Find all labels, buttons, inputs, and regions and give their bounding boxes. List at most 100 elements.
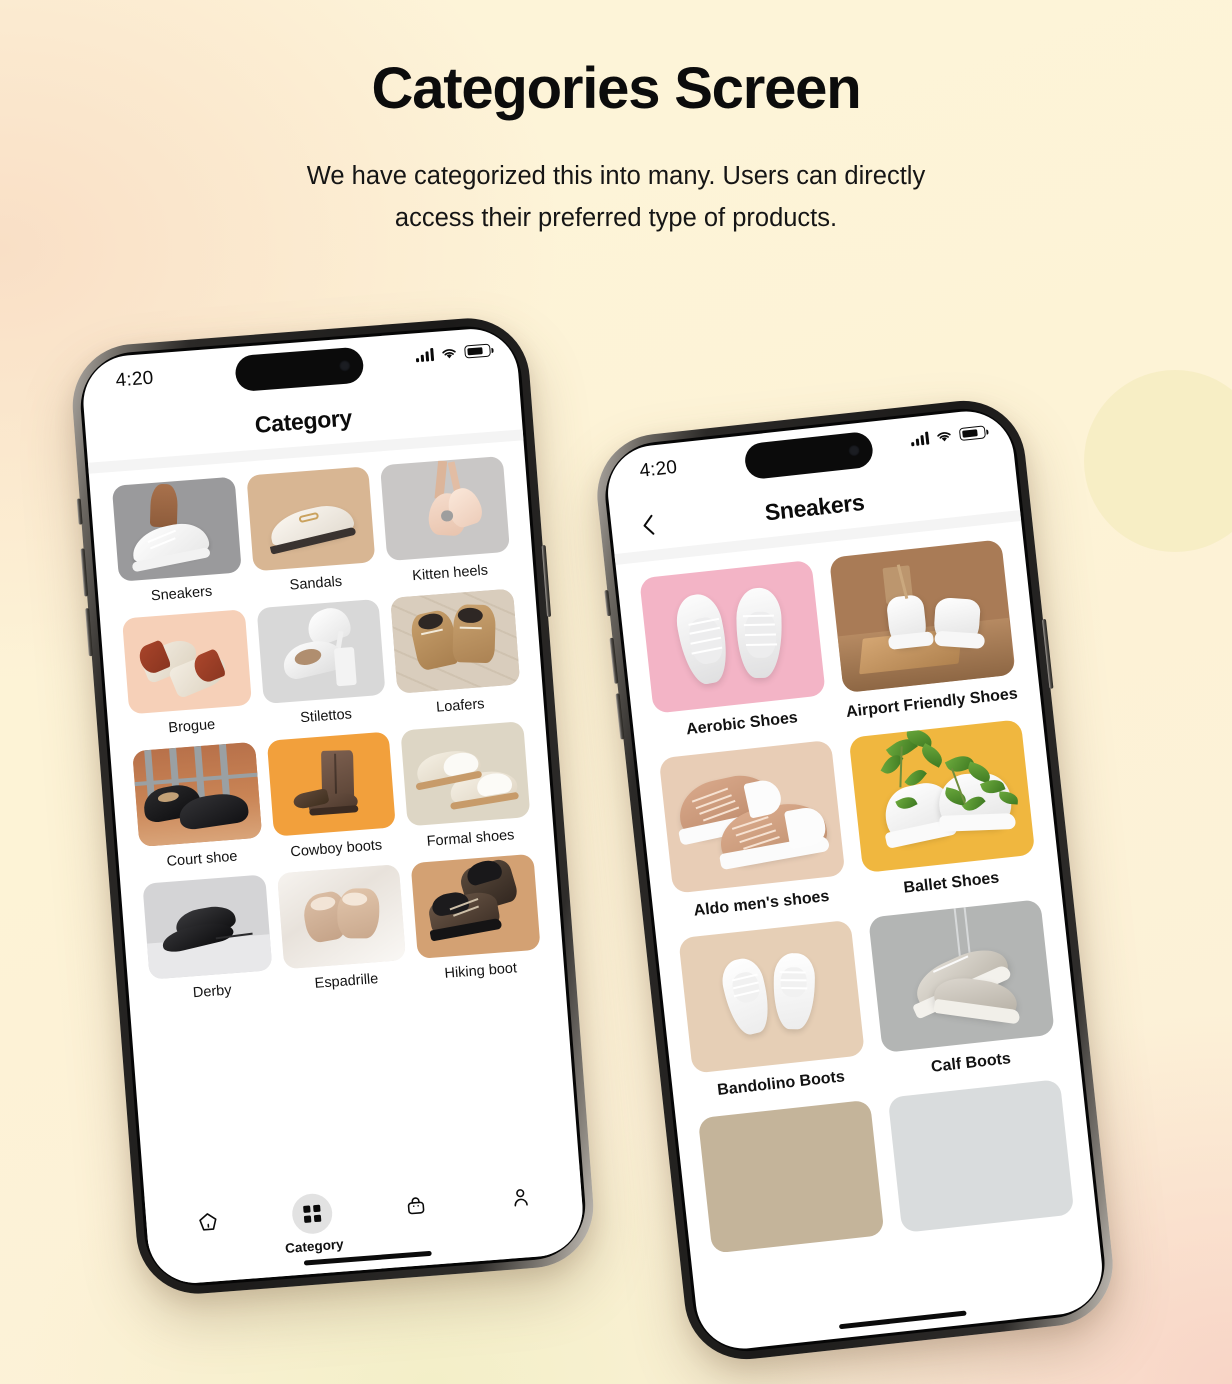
product-tile[interactable]: Airport Friendly Shoes (829, 539, 1019, 722)
power-button[interactable] (541, 544, 552, 618)
category-thumbnail (276, 864, 407, 970)
category-label: Brogue (167, 716, 216, 737)
tab-profile-chip (499, 1176, 542, 1219)
nav-title: Category (253, 403, 353, 438)
category-tile[interactable]: Loafers (390, 588, 523, 719)
phone-mockup-category: 4:20 Category Sneakers Sandals Kitten he… (68, 313, 598, 1299)
product-tile[interactable]: Aldo men's shoes (658, 739, 849, 923)
category-label: Formal shoes (426, 827, 515, 850)
tab-bag[interactable] (384, 1183, 449, 1228)
product-thumbnail (848, 719, 1036, 874)
product-label: Bandolino Boots (716, 1068, 846, 1100)
front-camera-icon (338, 359, 351, 372)
category-tile[interactable]: Sneakers (111, 476, 244, 607)
front-camera-icon-2 (848, 444, 861, 457)
nav-title-2: Sneakers (763, 488, 866, 526)
category-label: Hiking boot (443, 960, 518, 982)
person-icon (514, 1189, 528, 1207)
power-button-2[interactable] (1041, 618, 1054, 689)
silent-switch-2[interactable] (604, 589, 612, 617)
product-label: Aerobic Shoes (685, 709, 799, 739)
category-tile[interactable]: Brogue (122, 609, 254, 739)
tab-category-chip (290, 1192, 334, 1236)
page-root: Categories Screen We have categorized th… (0, 0, 1232, 1384)
bag-icon (408, 1197, 425, 1215)
cellular-bars-icon-2 (910, 431, 930, 447)
dynamic-island (234, 346, 365, 393)
product-tile[interactable]: Bandolino Boots (678, 919, 868, 1103)
category-tile[interactable]: Hiking boot (410, 853, 543, 984)
home-indicator-2 (838, 1310, 967, 1330)
volume-down-button[interactable] (85, 608, 93, 657)
tab-home[interactable] (175, 1200, 240, 1245)
category-tile[interactable]: Espadrille (276, 864, 409, 994)
page-subtitle-line-1: We have categorized this into many. User… (306, 161, 926, 190)
phone-mockup-sneakers: 4:20 Sneakers Aerobic Shoes Airport Frie… (591, 394, 1119, 1366)
status-icons-2 (910, 425, 987, 447)
category-thumbnail (111, 476, 242, 582)
category-tile[interactable]: Formal shoes (400, 721, 533, 851)
tab-category[interactable]: Category (279, 1192, 345, 1257)
category-thumbnail (400, 721, 531, 827)
category-thumbnail (122, 609, 252, 715)
product-tile[interactable]: Ballet Shoes (848, 719, 1039, 902)
tab-bag-chip (395, 1184, 438, 1227)
category-label: Stilettos (299, 706, 353, 727)
headline-block: Categories Screen We have categorized th… (0, 56, 1232, 241)
category-grid: Sneakers Sandals Kitten heels Brogue Stilett… (89, 440, 565, 1006)
back-button[interactable] (636, 513, 660, 537)
category-thumbnail (142, 874, 273, 980)
category-label: Sandals (289, 573, 343, 594)
decorative-circle (1084, 370, 1232, 552)
product-thumbnail (887, 1079, 1075, 1233)
category-thumbnail (410, 853, 541, 959)
category-thumbnail (256, 598, 386, 705)
category-label: Cowboy boots (289, 837, 383, 861)
product-thumbnail (639, 559, 826, 714)
volume-up-button[interactable] (80, 548, 89, 597)
product-grid: Aerobic Shoes Airport Friendly Shoes Aldo … (616, 521, 1098, 1267)
cellular-bars-icon (415, 347, 435, 363)
category-thumbnail (266, 731, 397, 837)
product-tile[interactable] (887, 1079, 1076, 1244)
category-thumbnail (390, 588, 521, 694)
category-thumbnail (132, 741, 262, 847)
category-label: Kitten heels (411, 562, 489, 585)
product-label: Aldo men's shoes (692, 887, 831, 920)
chevron-left-icon (643, 514, 655, 535)
category-label: Derby (192, 982, 233, 1002)
category-label: Court shoe (166, 848, 239, 870)
category-tile[interactable]: Derby (142, 874, 274, 1004)
grid-icon (302, 1204, 321, 1223)
category-label: Sneakers (150, 583, 213, 605)
battery-icon-2 (958, 425, 987, 442)
category-tile[interactable]: Kitten heels (380, 455, 512, 586)
battery-icon (464, 343, 491, 359)
product-tile[interactable]: Calf Boots (868, 899, 1058, 1082)
silent-switch[interactable] (76, 498, 83, 525)
product-tile[interactable]: Aerobic Shoes (639, 559, 829, 743)
category-tile[interactable]: Court shoe (132, 741, 264, 872)
status-clock: 4:20 (114, 367, 155, 392)
wifi-icon-2 (937, 432, 951, 442)
page-title: Categories Screen (371, 56, 862, 121)
status-clock-2: 4:20 (638, 456, 679, 482)
dynamic-island-2 (743, 430, 875, 481)
screen-sneakers: 4:20 Sneakers Aerobic Shoes Airport Frie… (603, 406, 1107, 1354)
home-icon (198, 1212, 216, 1231)
page-subtitle: We have categorized this into many. User… (0, 155, 1232, 241)
category-tile[interactable]: Sandals (246, 466, 378, 596)
page-subtitle-line-2: access their preferred type of products. (394, 204, 838, 233)
category-thumbnail (380, 455, 510, 562)
tab-category-label: Category (284, 1236, 345, 1256)
volume-up-button-2[interactable] (609, 637, 619, 684)
category-tile[interactable]: Stilettos (256, 598, 388, 729)
volume-down-button-2[interactable] (615, 693, 625, 740)
category-tile[interactable]: Cowboy boots (266, 731, 398, 862)
product-thumbnail (678, 919, 865, 1074)
status-icons (415, 343, 491, 363)
category-thumbnail (246, 466, 376, 572)
category-label: Loafers (435, 696, 486, 716)
tab-profile[interactable] (488, 1175, 553, 1220)
product-tile[interactable] (697, 1099, 886, 1265)
